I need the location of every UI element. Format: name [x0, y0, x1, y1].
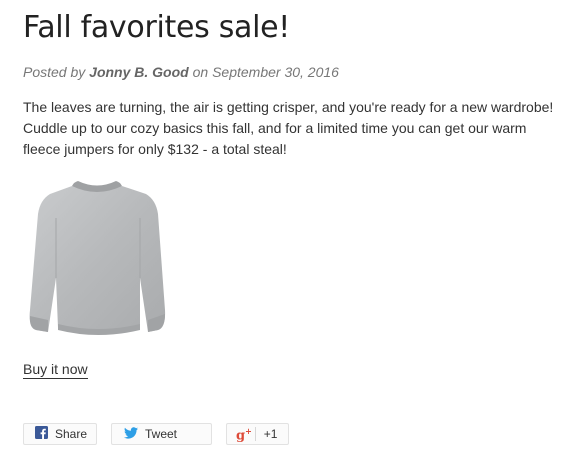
twitter-tweet-button[interactable]: Tweet [111, 423, 212, 445]
facebook-icon [35, 426, 48, 442]
buy-it-now-link[interactable]: Buy it now [23, 361, 88, 379]
facebook-share-button[interactable]: Share [23, 423, 97, 445]
google-plus-count: +1 [263, 427, 278, 441]
product-image-sweatshirt [24, 178, 170, 342]
posted-by-label: Posted by [23, 64, 86, 80]
google-plus-divider [254, 427, 256, 441]
date-prefix: on [192, 64, 209, 80]
post-title: Fall favorites sale! [23, 10, 291, 45]
twitter-icon [124, 426, 138, 442]
post-author: Jonny B. Good [89, 64, 189, 80]
post-date: September 30, 2016 [212, 64, 339, 80]
facebook-share-label: Share [55, 427, 88, 441]
google-plus-button[interactable]: g+ +1 [226, 423, 289, 445]
post-body: The leaves are turning, the air is getti… [23, 99, 554, 157]
google-plus-icon: g+ [236, 426, 252, 444]
post-meta: Posted by Jonny B. Good on September 30,… [23, 64, 339, 80]
twitter-tweet-label: Tweet [145, 427, 178, 441]
